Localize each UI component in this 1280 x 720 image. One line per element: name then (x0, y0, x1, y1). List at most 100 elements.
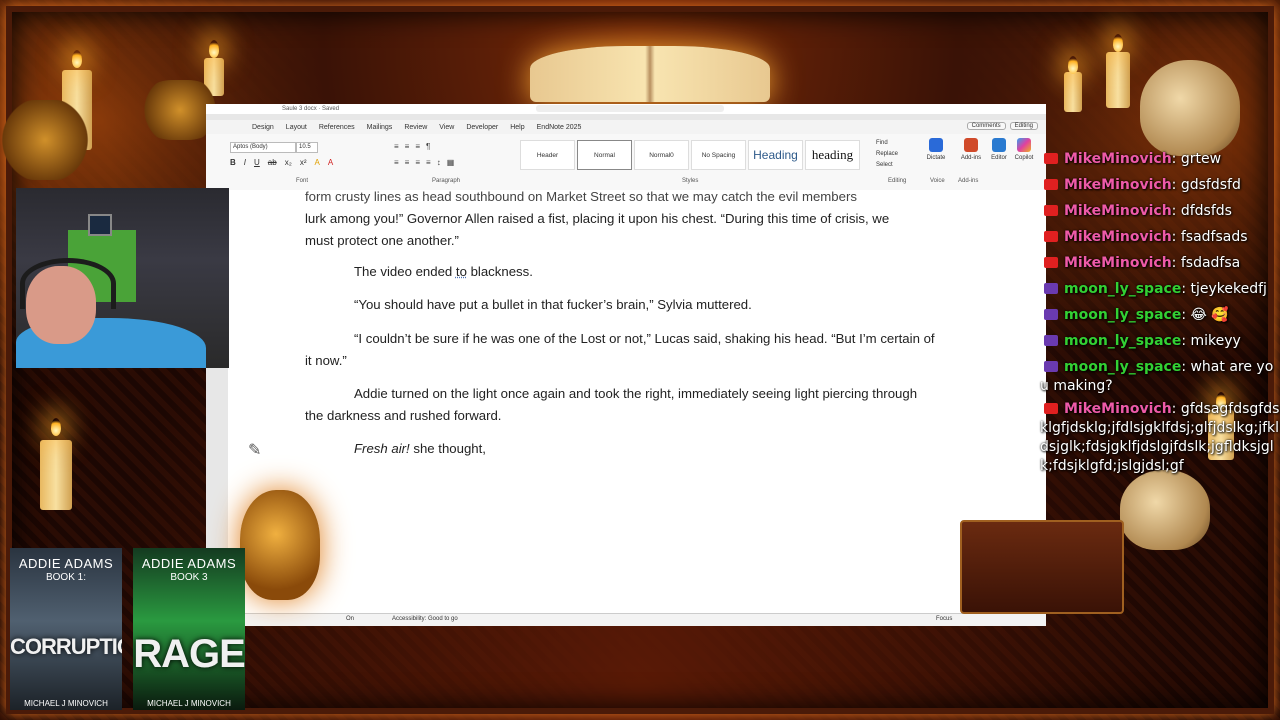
paragraph: The video ended to blackness. (305, 261, 935, 283)
accessibility-status[interactable]: Accessibility: Good to go (392, 616, 458, 622)
chat-message: MikeMinovich: grtew (1040, 146, 1280, 172)
chat-separator: : (1171, 203, 1177, 219)
align-center-button[interactable]: ≡ (405, 158, 410, 167)
document-title: Saule 3 docx · Saved (282, 106, 340, 112)
style-no-spacing[interactable]: No Spacing (691, 140, 746, 170)
paragraph-line: lurk among you!” Governor Allen raised a… (305, 211, 890, 226)
chat-separator: : (1181, 281, 1187, 297)
chat-separator: : (1181, 359, 1187, 375)
font-color-button[interactable]: A (328, 158, 333, 167)
align-right-button[interactable]: ≡ (415, 158, 420, 167)
styles-group-label: Styles (682, 178, 699, 184)
candle-flame-icon (1113, 34, 1123, 52)
line-spacing-button[interactable]: ↕ (437, 158, 441, 167)
cover-author: MICHAEL J MINOVICH (147, 699, 231, 708)
youtube-badge-icon (1044, 204, 1058, 216)
select-button[interactable]: Select (876, 160, 898, 171)
editor-button[interactable]: Editor (988, 138, 1010, 161)
candle-flame-icon (72, 50, 82, 68)
find-button[interactable]: Find (876, 138, 898, 149)
shading-button[interactable]: ▦ (447, 158, 455, 167)
copilot-button[interactable]: Copilot (1012, 138, 1036, 161)
candle-flame-icon (51, 418, 61, 436)
book-cover-rage: ADDIE ADAMS BOOK 3 RAGE MICHAEL J MINOVI… (133, 548, 245, 710)
tab-help[interactable]: Help (504, 124, 530, 131)
style-header[interactable]: Header (520, 140, 575, 170)
show-marks-button[interactable]: ¶ (426, 142, 430, 151)
chat-text: mikeyy (1190, 333, 1241, 349)
youtube-badge-icon (1044, 402, 1058, 414)
paragraph-line: must protect one another.” (305, 233, 459, 248)
cover-title: RAGE (133, 632, 245, 676)
align-left-button[interactable]: ≡ (394, 158, 399, 167)
paragraph-buttons-top: ≡ ≡ ≡ ¶ (394, 142, 430, 151)
chat-username: moon_ly_space (1064, 333, 1182, 349)
tab-references[interactable]: References (313, 124, 361, 131)
chat-message: MikeMinovich: dfdsfds (1040, 198, 1280, 224)
cover-series: ADDIE ADAMS (18, 556, 114, 571)
tab-layout[interactable]: Layout (280, 124, 313, 131)
italic-button[interactable]: I (244, 158, 246, 167)
justify-button[interactable]: ≡ (426, 158, 431, 167)
tab-developer[interactable]: Developer (460, 124, 504, 131)
subscript-button[interactable]: x₂ (285, 158, 292, 167)
indent-button[interactable]: ≡ (415, 142, 420, 151)
text-run: The video ended (354, 264, 456, 279)
cover-book-number: BOOK 3 (170, 572, 208, 583)
highlight-button[interactable]: A (314, 158, 319, 167)
bullets-button[interactable]: ≡ (394, 142, 399, 151)
tab-design[interactable]: Design (246, 124, 280, 131)
document-page[interactable]: form crusty lines as head southbound on … (228, 189, 1046, 614)
chat-message: moon_ly_space: 😂 🥰 (1040, 302, 1280, 328)
twitch-badge-icon (1044, 282, 1058, 294)
status-bar: On Accessibility: Good to go Focus (206, 613, 1046, 626)
tab-view[interactable]: View (433, 124, 460, 131)
editor-icon (992, 138, 1006, 152)
cover-book-number: BOOK 1: (45, 572, 86, 583)
font-name-select[interactable]: Aptos (Body) (230, 142, 296, 153)
bold-button[interactable]: B (230, 158, 236, 167)
comments-button[interactable]: Comments (966, 122, 1006, 130)
skull-decoration (1140, 60, 1240, 156)
underline-button[interactable]: U (254, 158, 260, 167)
chat-text: fsadfsads (1180, 229, 1248, 245)
focus-button[interactable]: Focus (936, 616, 952, 622)
style-normal0[interactable]: Normal0 (634, 140, 689, 170)
sparkle-pen-icon[interactable]: ✎ (248, 440, 261, 460)
chat-username: moon_ly_space (1064, 307, 1182, 323)
superscript-button[interactable]: x² (300, 158, 307, 167)
search-box[interactable] (536, 105, 724, 112)
dictate-button[interactable]: Dictate (922, 138, 950, 161)
copilot-icon (1017, 138, 1031, 152)
paragraph: Fresh air! she thought, (305, 438, 935, 460)
strikethrough-button[interactable]: ab (268, 158, 277, 167)
style-heading-custom[interactable]: heading (805, 140, 860, 170)
voice-group-label: Voice (930, 178, 945, 184)
chat-username: moon_ly_space (1064, 359, 1182, 375)
font-group-label: Font (296, 178, 309, 184)
dictate-label: Dictate (926, 155, 946, 161)
paragraph: form crusty lines as head southbound on … (305, 186, 935, 252)
ribbon: Aptos (Body) 10.5 B I U ab x₂ x² A A ≡ ≡… (206, 134, 1046, 191)
twitch-badge-icon (1044, 308, 1058, 320)
status-page[interactable]: On (346, 616, 354, 622)
chat-text: fsdadfsa (1180, 255, 1241, 271)
editing-mode-button[interactable]: Editing (1009, 122, 1038, 130)
style-heading[interactable]: Heading (748, 140, 803, 170)
microphone-icon (929, 138, 943, 152)
headset-icon (20, 258, 116, 309)
font-format-buttons: B I U ab x₂ x² A A (230, 158, 333, 167)
chat-message: MikeMinovich: gdsfdsfd (1040, 172, 1280, 198)
numbering-button[interactable]: ≡ (405, 142, 410, 151)
addins-button[interactable]: Add-ins (958, 138, 984, 161)
chat-username: MikeMinovich (1064, 203, 1172, 219)
flagged-word[interactable]: to (456, 264, 467, 279)
replace-button[interactable]: Replace (876, 149, 898, 160)
tab-mailings[interactable]: Mailings (361, 124, 399, 131)
copilot-label: Copilot (1014, 155, 1034, 161)
style-normal[interactable]: Normal (577, 140, 632, 170)
font-size-select[interactable]: 10.5 (296, 142, 318, 153)
tab-review[interactable]: Review (398, 124, 433, 131)
tab-endnote[interactable]: EndNote 2025 (531, 124, 588, 131)
paragraph: “You should have put a bullet in that fu… (354, 297, 752, 312)
